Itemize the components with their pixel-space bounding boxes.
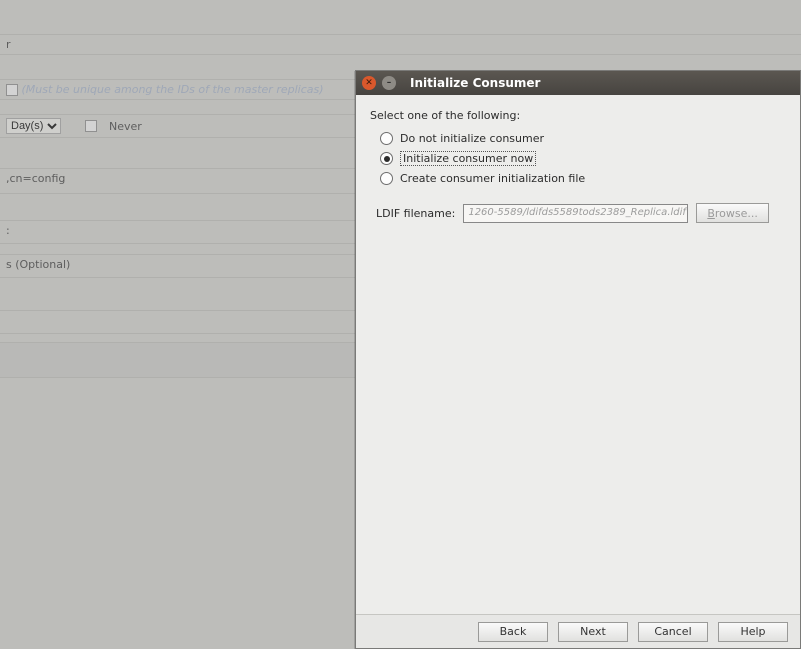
close-icon[interactable]: ✕ (362, 76, 376, 90)
ldif-filename-label: LDIF filename: (376, 207, 455, 220)
dialog-footer: Back Next Cancel Help (356, 614, 800, 648)
radio-init-now[interactable]: Initialize consumer now (380, 151, 786, 166)
bg-days-select[interactable]: Day(s) (6, 118, 61, 134)
dialog-prompt: Select one of the following: (370, 109, 786, 122)
bg-never-label: Never (109, 120, 142, 133)
radio-create-file[interactable]: Create consumer initialization file (380, 172, 786, 185)
radio-init-now-label: Initialize consumer now (400, 151, 536, 166)
back-button[interactable]: Back (478, 622, 548, 642)
minimize-icon[interactable]: – (382, 76, 396, 90)
radio-create-file-label: Create consumer initialization file (400, 172, 585, 185)
cancel-button[interactable]: Cancel (638, 622, 708, 642)
radio-icon (380, 132, 393, 145)
bg-unique-hint: (Must be unique among the IDs of the mas… (22, 83, 324, 96)
help-button[interactable]: Help (718, 622, 788, 642)
browse-button[interactable]: Browse... (696, 203, 769, 223)
radio-icon (380, 172, 393, 185)
bg-checkbox[interactable] (6, 84, 18, 96)
radio-icon (380, 152, 393, 165)
bg-never-checkbox[interactable] (85, 120, 97, 132)
radio-no-init-label: Do not initialize consumer (400, 132, 544, 145)
radio-no-init[interactable]: Do not initialize consumer (380, 132, 786, 145)
ldif-filename-input[interactable]: 1260-5589/ldifds5589tods2389_Replica.ldi… (463, 204, 688, 223)
bg-optional-fragment: s (Optional) (6, 258, 70, 271)
bg-colon-fragment: : (6, 224, 10, 237)
bg-dn-fragment: ,cn=config (6, 172, 65, 185)
dialog-body: Select one of the following: Do not init… (356, 95, 800, 614)
dialog-title: Initialize Consumer (410, 76, 540, 90)
initialize-consumer-dialog: ✕ – Initialize Consumer Select one of th… (355, 70, 801, 649)
dialog-titlebar[interactable]: ✕ – Initialize Consumer (356, 71, 800, 95)
bg-header-fragment: r (6, 38, 11, 51)
next-button[interactable]: Next (558, 622, 628, 642)
